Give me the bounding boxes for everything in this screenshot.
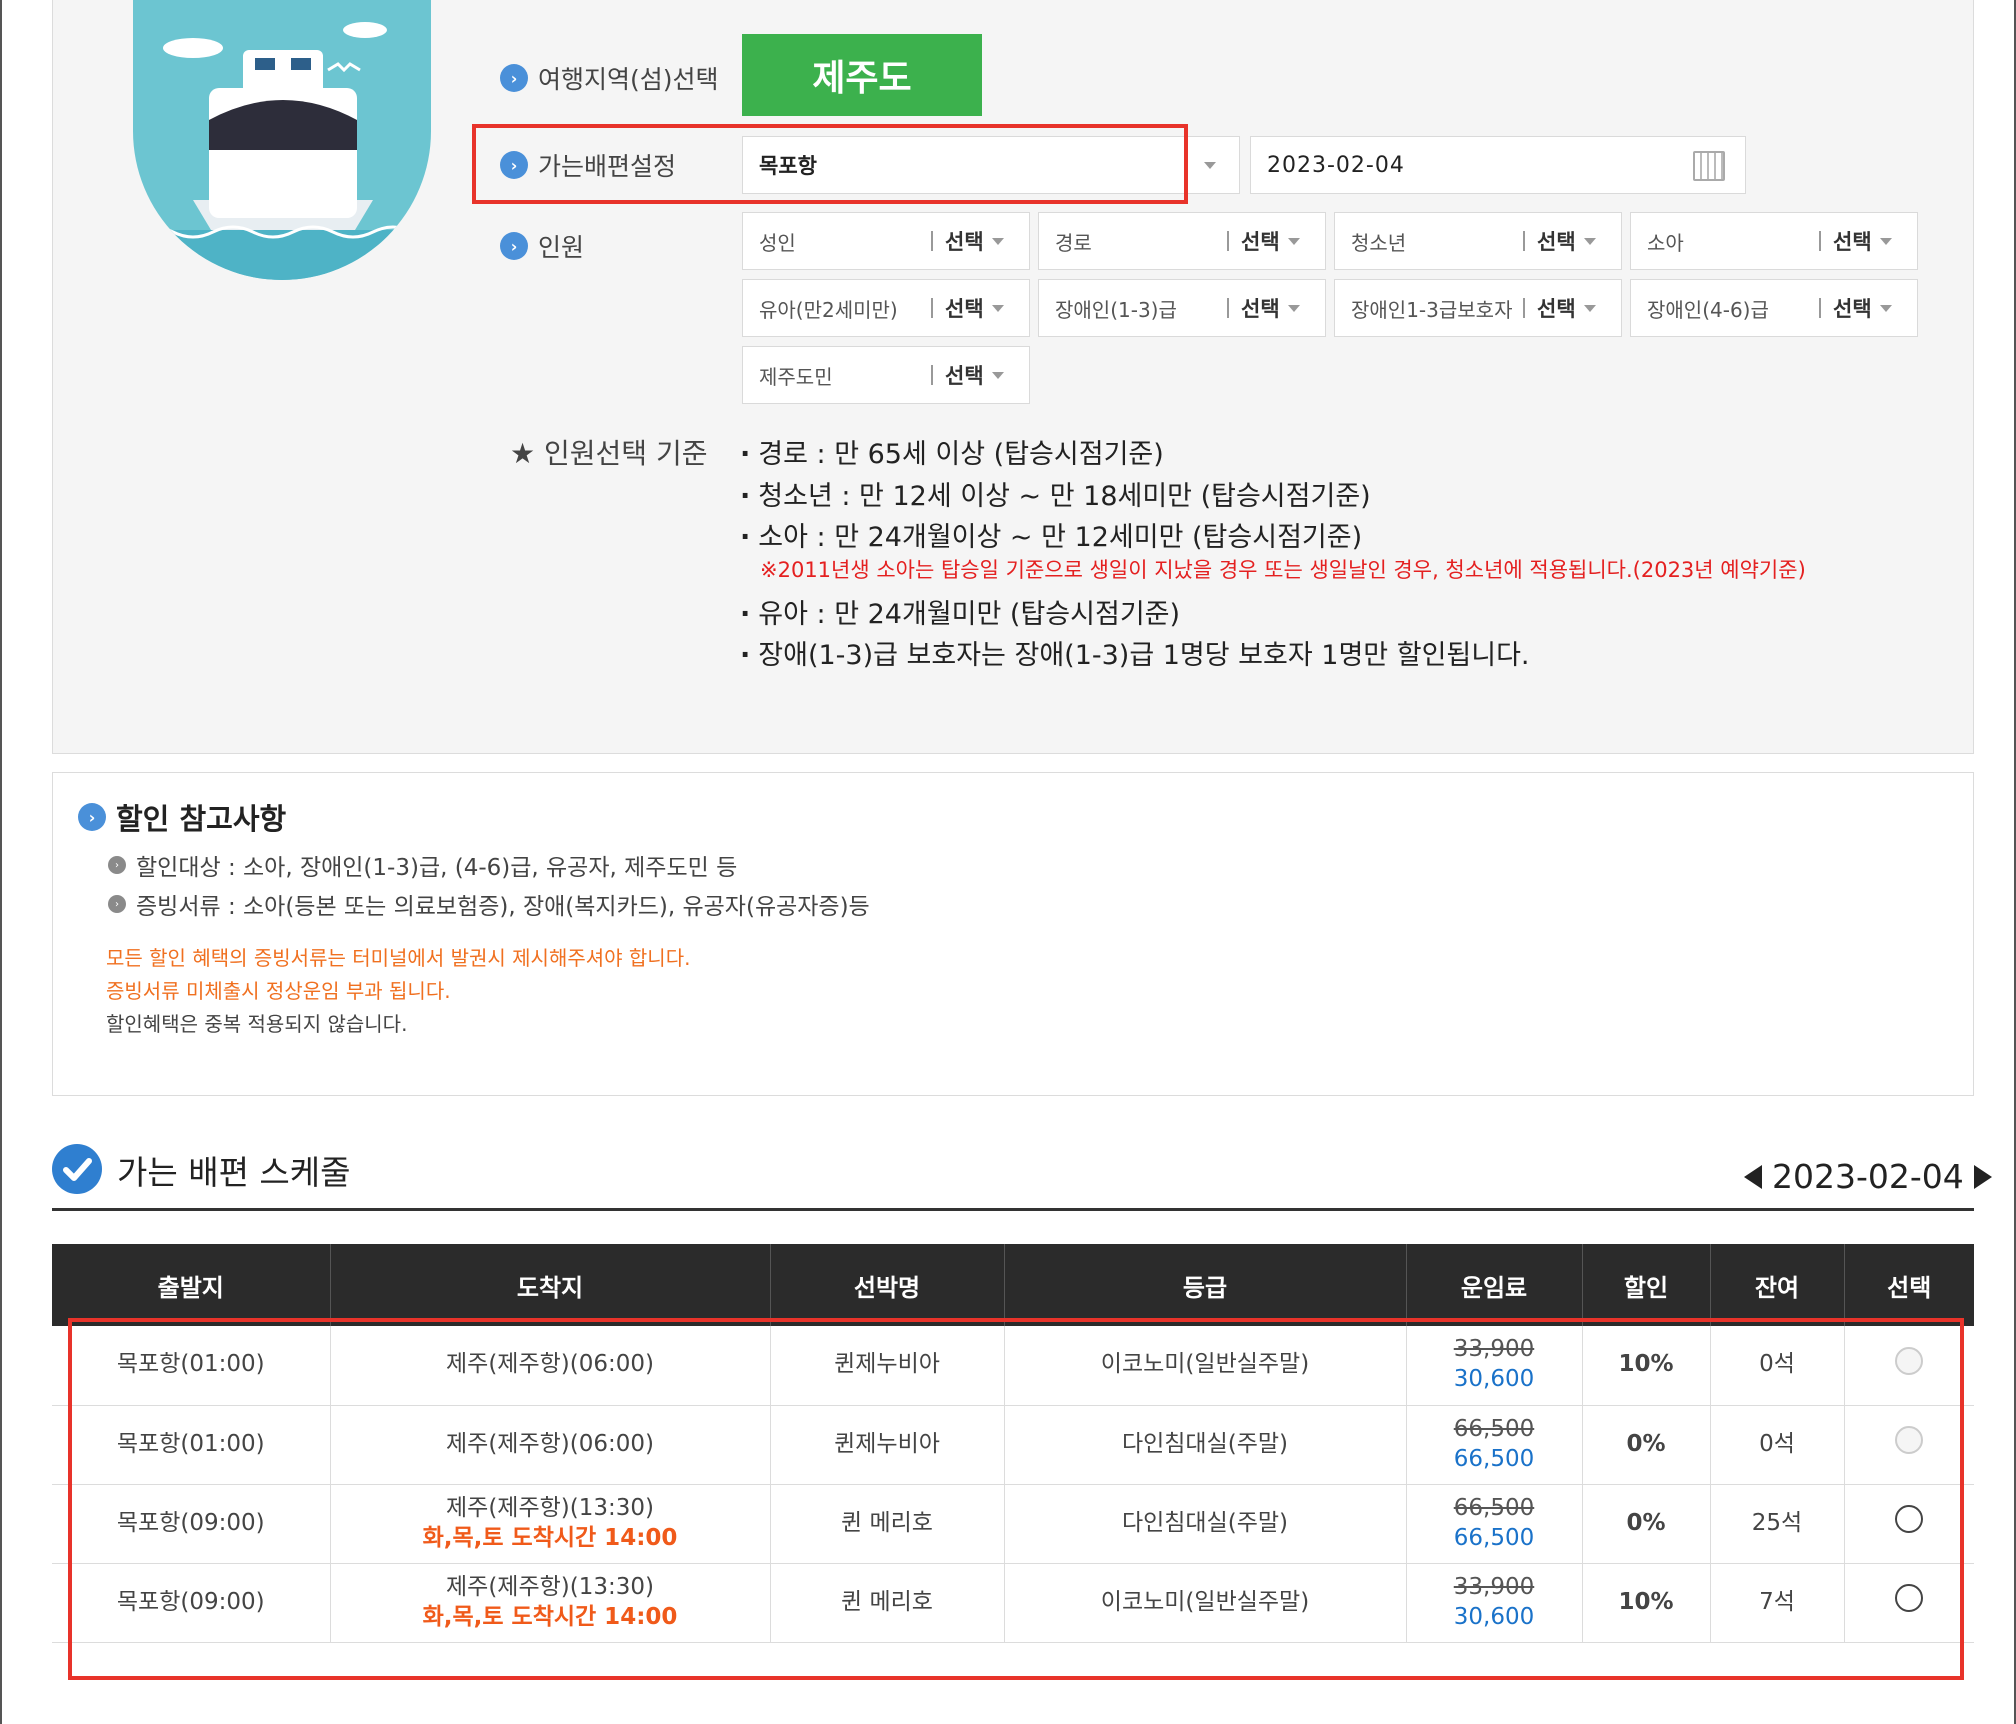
discount-warning: 증빙서류 미체출시 정상운임 부과 됩니다. [106, 979, 451, 1003]
col-header-to: 도착지 [330, 1244, 771, 1326]
chevron-down-icon [991, 304, 1004, 312]
date-value: 2023-02-04 [1267, 152, 1405, 178]
col-header-fare: 운임료 [1406, 1244, 1583, 1326]
table-header-row: 출발지 도착지 선박명 등급 운임료 할인 잔여 선택 [52, 1244, 1974, 1326]
people-select-jeju-resident[interactable]: 제주도민 선택 [742, 346, 1030, 404]
region-select-button[interactable]: 제주도 [742, 34, 982, 116]
chevron-right-icon: › [78, 803, 106, 831]
people-select-child[interactable]: 소아 선택 [1630, 212, 1918, 270]
people-label: › 인원 [500, 228, 584, 264]
criteria-item: 소아 : 만 24개월이상 ~ 만 12세미만 (탑승시점기준) [740, 515, 1362, 554]
people-select-disabled-4-6[interactable]: 장애인(4-6)급 선택 [1630, 279, 1918, 337]
criteria-item: 청소년 : 만 12세 이상 ~ 만 18세미만 (탑승시점기준) [740, 474, 1370, 513]
chevron-down-icon [1287, 304, 1300, 312]
col-header-from: 출발지 [52, 1244, 331, 1326]
col-header-ship: 선박명 [770, 1244, 1005, 1326]
discount-heading: › 할인 참고사항 [78, 796, 286, 838]
criteria-item: 유아 : 만 24개월미만 (탑승시점기준) [740, 592, 1180, 631]
schedule-title: 가는 배편 스케줄 [117, 1153, 351, 1192]
next-date-icon[interactable] [1973, 1164, 1992, 1189]
people-select-adult[interactable]: 성인 선택 [742, 212, 1030, 270]
chevron-down-icon [1583, 304, 1596, 312]
chevron-down-icon [1879, 304, 1892, 312]
discount-item: › 할인대상 : 소아, 장애인(1-3)급, (4-6)급, 유공자, 제주도… [108, 848, 737, 882]
schedule-date: 2023-02-04 [1772, 1157, 1964, 1196]
date-navigator: 2023-02-04 [1744, 1157, 1992, 1196]
divider [52, 1208, 1974, 1211]
chevron-right-icon: › [500, 232, 528, 260]
chevron-right-icon: › [108, 856, 126, 874]
prev-date-icon[interactable] [1744, 1164, 1762, 1189]
people-select-youth[interactable]: 청소년 선택 [1334, 212, 1622, 270]
col-header-discount: 할인 [1582, 1244, 1711, 1326]
chevron-right-icon: › [108, 895, 126, 913]
calendar-icon[interactable] [1693, 151, 1725, 181]
discount-warning: 모든 할인 혜택의 증빙서류는 터미널에서 발권시 제시해주셔야 합니다. [106, 946, 691, 970]
criteria-note: ※2011년생 소아는 탑승일 기준으로 생일이 지났을 경우 또는 생일날인 … [760, 558, 1806, 582]
discount-panel [52, 772, 1974, 1096]
col-header-grade: 등급 [1004, 1244, 1407, 1326]
chevron-right-icon: › [500, 64, 528, 92]
date-input[interactable]: 2023-02-04 [1250, 136, 1746, 194]
chevron-down-icon [1879, 237, 1892, 245]
highlight-route-box [472, 124, 1188, 204]
chevron-down-icon [1583, 237, 1596, 245]
criteria-label: ★ 인원선택 기준 [510, 437, 708, 470]
chevron-down-icon [991, 371, 1004, 379]
frame-border-left [0, 0, 2, 1724]
discount-note: 할인혜택은 중복 적용되지 않습니다. [106, 1012, 408, 1036]
check-circle-icon [52, 1144, 102, 1194]
people-select-disabled-guardian[interactable]: 장애인1-3급보호자 선택 [1334, 279, 1622, 337]
chevron-down-icon [1204, 161, 1216, 169]
col-header-seats: 잔여 [1710, 1244, 1845, 1326]
discount-item: › 증빙서류 : 소아(등본 또는 의료보험증), 장애(복지카드), 유공자(… [108, 887, 870, 921]
port-dropdown-toggle[interactable] [1180, 136, 1240, 194]
criteria-item: 장애(1-3)급 보호자는 장애(1-3)급 1명당 보호자 1명만 할인됩니다… [740, 633, 1529, 672]
col-header-select: 선택 [1844, 1244, 1974, 1326]
region-label: › 여행지역(섬)선택 [500, 60, 719, 96]
chevron-down-icon [991, 237, 1004, 245]
people-select-senior[interactable]: 경로 선택 [1038, 212, 1326, 270]
people-select-disabled-1-3[interactable]: 장애인(1-3)급 선택 [1038, 279, 1326, 337]
chevron-down-icon [1287, 237, 1300, 245]
criteria-item: 경로 : 만 65세 이상 (탑승시점기준) [740, 432, 1164, 471]
people-select-infant[interactable]: 유아(만2세미만) 선택 [742, 279, 1030, 337]
highlight-table-box [68, 1318, 1964, 1680]
